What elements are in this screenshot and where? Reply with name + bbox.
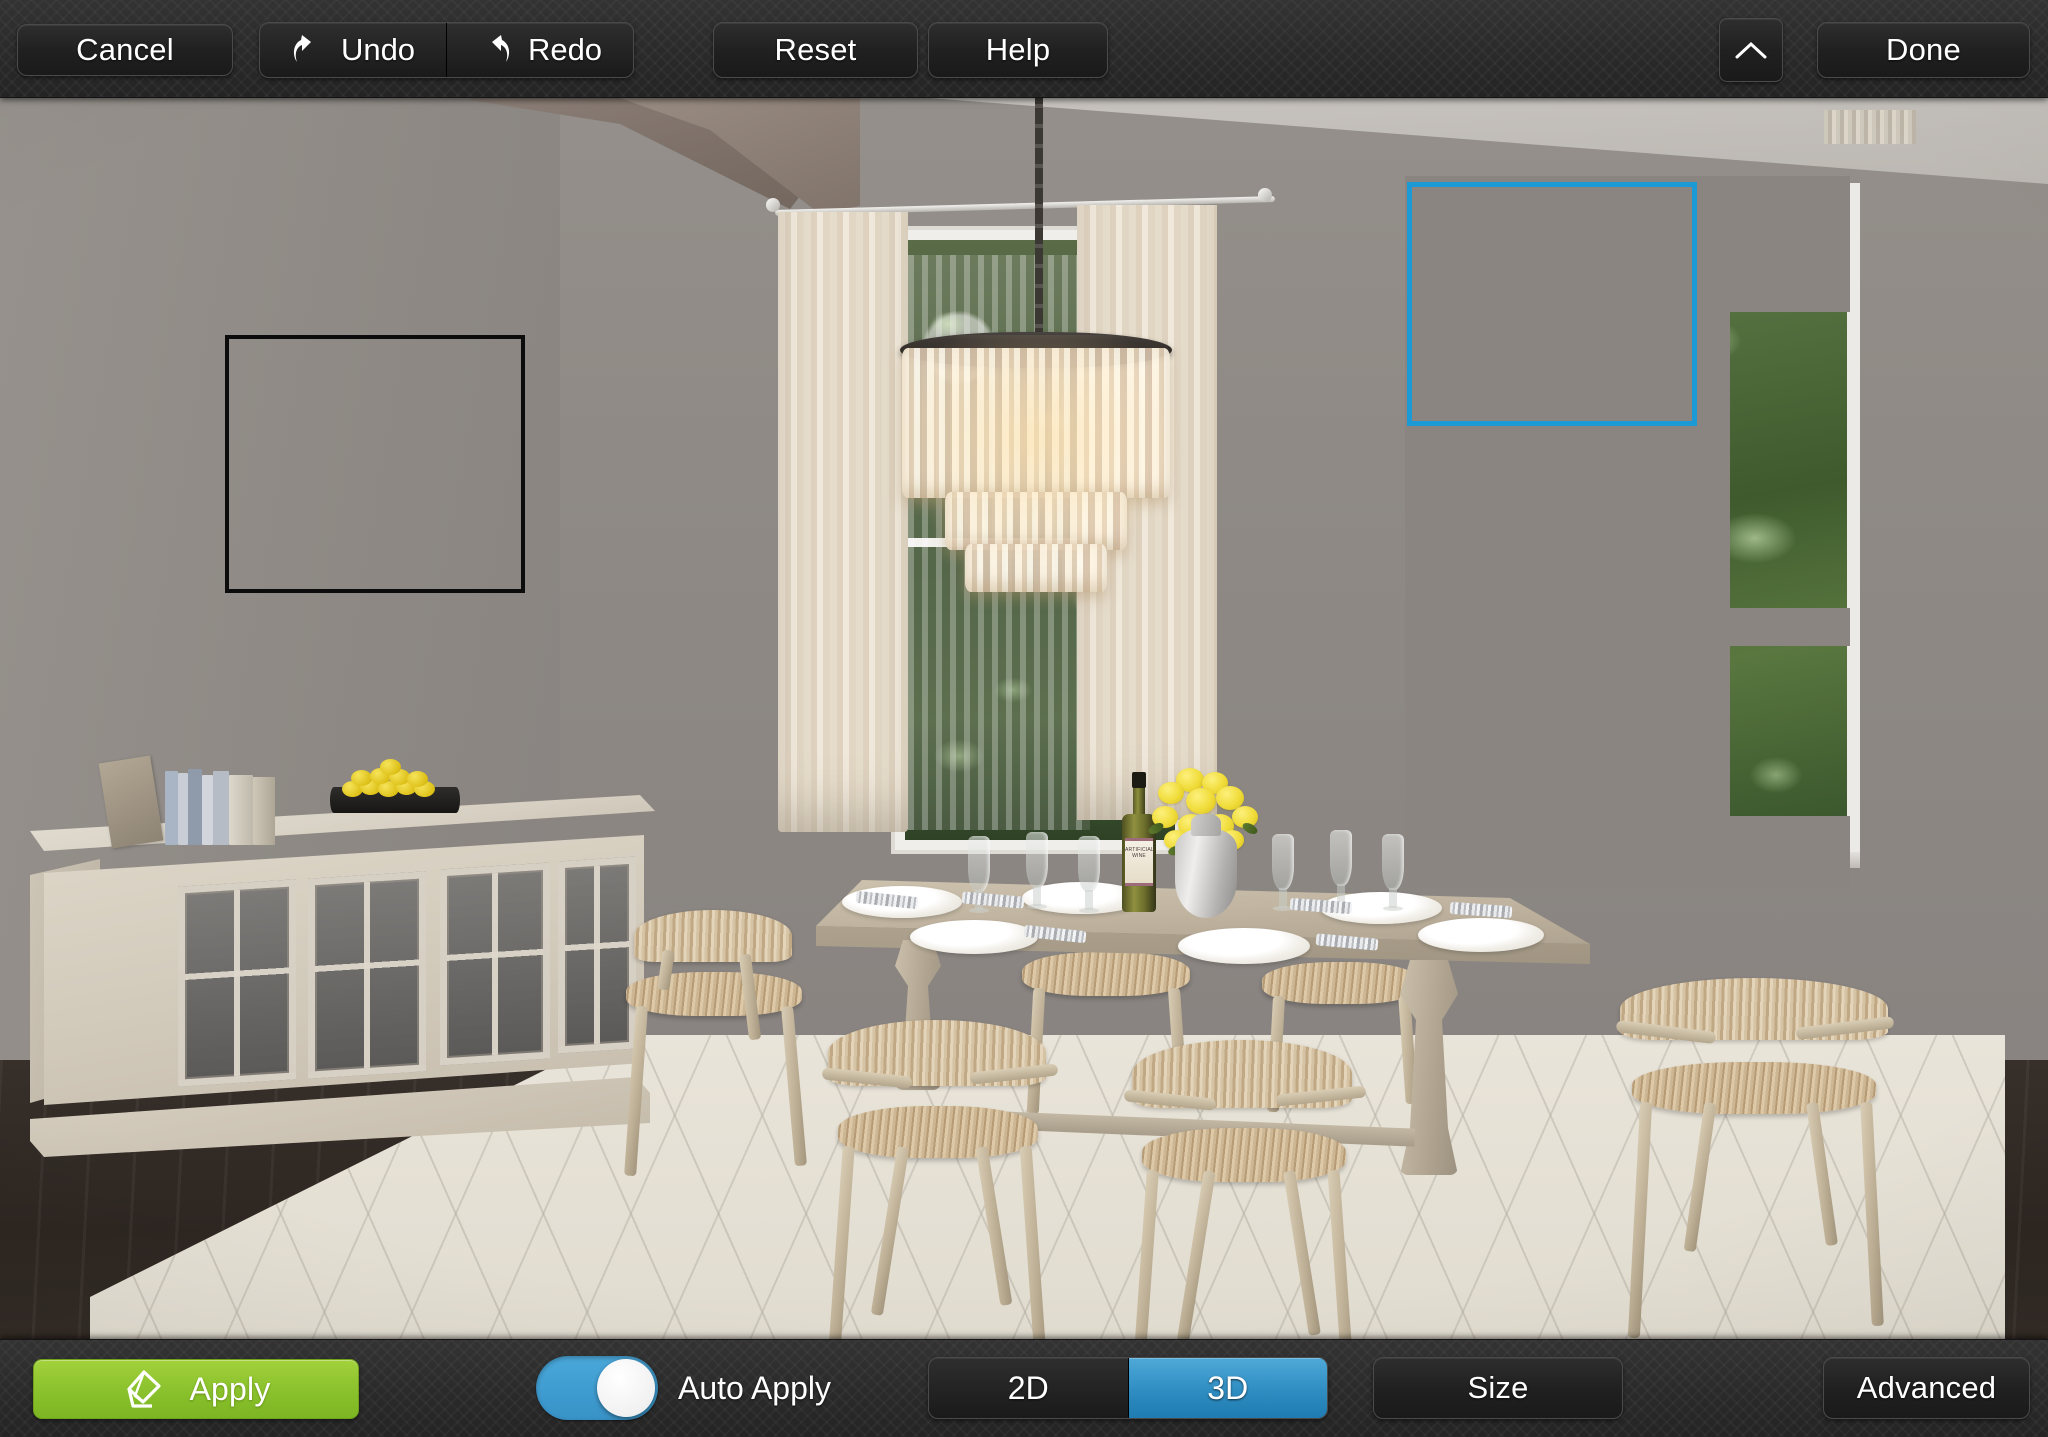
book bbox=[229, 775, 253, 845]
redo-button[interactable]: Redo bbox=[447, 23, 633, 77]
curtain-panel-left[interactable] bbox=[778, 212, 908, 832]
wine-glass[interactable] bbox=[1330, 830, 1352, 907]
tab-2d-label: 2D bbox=[1007, 1369, 1049, 1406]
top-toolbar: Cancel Undo Redo Reset Help Done bbox=[0, 0, 2048, 98]
leaf bbox=[1146, 820, 1166, 837]
tab-3d[interactable]: 3D bbox=[1128, 1358, 1327, 1418]
reset-button[interactable]: Reset bbox=[713, 22, 918, 78]
reset-label: Reset bbox=[774, 32, 857, 67]
wine-glass[interactable] bbox=[1382, 834, 1404, 911]
curtain-rod-finial-left bbox=[766, 198, 780, 212]
chair-seat bbox=[1142, 1128, 1346, 1182]
chair-back bbox=[634, 910, 792, 962]
redo-arrow-icon bbox=[478, 35, 512, 65]
book bbox=[202, 775, 213, 845]
cancel-button[interactable]: Cancel bbox=[17, 24, 233, 76]
chair-seat bbox=[1262, 962, 1420, 1004]
dinner-plate[interactable] bbox=[910, 920, 1038, 954]
sideboard-door-3[interactable] bbox=[440, 862, 550, 1066]
redo-label: Redo bbox=[527, 32, 603, 67]
dinner-plate[interactable] bbox=[1178, 928, 1310, 964]
valance-fragment bbox=[1824, 110, 1916, 144]
book bbox=[213, 771, 229, 845]
lemon bbox=[380, 759, 401, 775]
chandelier-chain bbox=[1035, 95, 1043, 335]
undo-redo-group: Undo Redo bbox=[259, 22, 634, 78]
done-button[interactable]: Done bbox=[1817, 22, 2030, 78]
book bbox=[178, 773, 188, 845]
leaf bbox=[1240, 820, 1260, 837]
chair-seat bbox=[1022, 952, 1190, 996]
bottle-cap bbox=[1132, 772, 1146, 788]
eraser-icon bbox=[121, 1369, 163, 1409]
advanced-label: Advanced bbox=[1856, 1370, 1997, 1405]
lemon-pile bbox=[340, 759, 450, 797]
wine-glass[interactable] bbox=[968, 836, 990, 913]
wine-glass[interactable] bbox=[1078, 836, 1100, 913]
tab-2d[interactable]: 2D bbox=[929, 1358, 1128, 1418]
book-stack[interactable] bbox=[98, 755, 295, 849]
undo-arrow-icon bbox=[291, 35, 325, 65]
chair-seat bbox=[626, 972, 802, 1016]
chevron-up-icon bbox=[1735, 40, 1767, 60]
view-mode-group: 2D 3D bbox=[928, 1357, 1328, 1419]
rose bbox=[1158, 782, 1184, 804]
undo-button[interactable]: Undo bbox=[260, 23, 446, 77]
rose bbox=[1186, 788, 1216, 814]
black-mask-rectangle[interactable] bbox=[225, 335, 525, 593]
chair-seat bbox=[1632, 1062, 1876, 1114]
size-label: Size bbox=[1467, 1370, 1529, 1405]
chair-seat bbox=[838, 1106, 1038, 1158]
sideboard-door-4[interactable] bbox=[558, 856, 636, 1054]
lemon bbox=[351, 770, 372, 786]
flower-vase[interactable] bbox=[1175, 814, 1237, 918]
wine-glass[interactable] bbox=[1272, 834, 1294, 911]
advanced-button[interactable]: Advanced bbox=[1823, 1357, 2030, 1419]
dinner-plate[interactable] bbox=[1418, 918, 1544, 952]
book bbox=[253, 777, 275, 845]
toggle-knob bbox=[597, 1359, 655, 1417]
tab-3d-label: 3D bbox=[1207, 1369, 1249, 1406]
book bbox=[165, 771, 178, 845]
undo-label: Undo bbox=[340, 32, 416, 67]
auto-apply-toggle[interactable] bbox=[536, 1356, 658, 1420]
chandelier-tier-1 bbox=[902, 348, 1170, 498]
sideboard-door-1[interactable] bbox=[178, 879, 296, 1087]
sideboard-cabinet[interactable] bbox=[30, 755, 655, 1165]
wine-glass[interactable] bbox=[1026, 832, 1048, 909]
size-button[interactable]: Size bbox=[1373, 1357, 1623, 1419]
collapse-toolbar-button[interactable] bbox=[1719, 18, 1783, 82]
sideboard-door-2[interactable] bbox=[308, 871, 426, 1079]
book bbox=[188, 769, 202, 845]
done-label: Done bbox=[1886, 32, 1961, 67]
lemon bbox=[407, 771, 428, 787]
curtain-rod-finial-right bbox=[1258, 188, 1272, 202]
help-label: Help bbox=[985, 32, 1051, 67]
apply-button[interactable]: Apply bbox=[33, 1359, 359, 1419]
cancel-label: Cancel bbox=[76, 32, 174, 67]
chandelier-tier-2 bbox=[945, 492, 1127, 550]
blue-selection-rectangle[interactable] bbox=[1407, 182, 1697, 426]
design-canvas[interactable]: ARTIFICIAL WINE bbox=[0, 0, 2048, 1437]
auto-apply-label: Auto Apply bbox=[678, 1370, 831, 1406]
apply-label: Apply bbox=[189, 1370, 271, 1407]
help-button[interactable]: Help bbox=[928, 22, 1108, 78]
chandelier-tier-3 bbox=[965, 544, 1107, 592]
book bbox=[98, 755, 164, 849]
app-root: ARTIFICIAL WINE Cancel Undo Redo Reset H… bbox=[0, 0, 2048, 1437]
